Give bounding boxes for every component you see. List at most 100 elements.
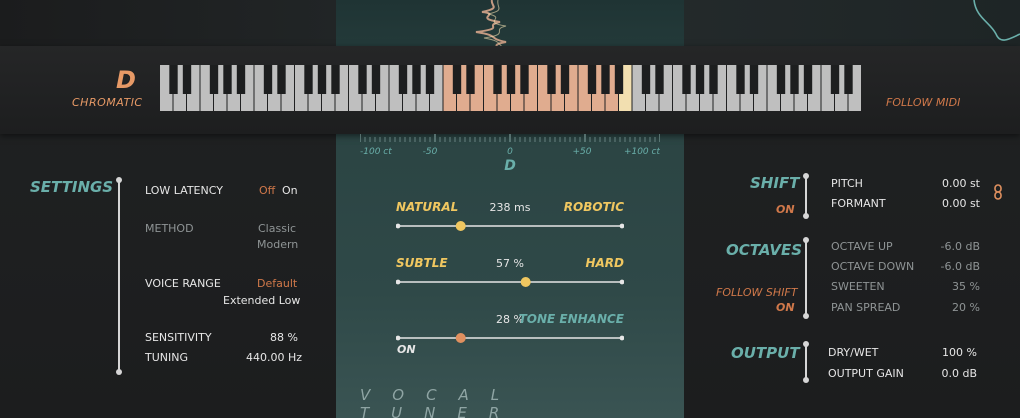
voice-range-extended-low[interactable]: Extended Low: [223, 294, 300, 307]
black-key[interactable]: [803, 65, 813, 94]
slider-endpoint: [619, 223, 624, 229]
slider-knob[interactable]: [455, 333, 466, 343]
meter-label-l50: -50: [423, 147, 438, 157]
slider-endpoint: [619, 279, 624, 285]
sweeten-value[interactable]: 35 %: [920, 280, 980, 293]
low-latency-label: LOW LATENCY: [145, 184, 223, 197]
dry-wet-label: DRY/WET: [828, 346, 879, 359]
scale-select[interactable]: CHROMATIC: [72, 96, 143, 109]
tuning-value[interactable]: 440.00 Hz: [246, 351, 302, 364]
corner-curve: [973, 0, 1020, 41]
black-key[interactable]: [304, 65, 313, 94]
black-key[interactable]: [412, 65, 421, 94]
slider-knob[interactable]: [455, 221, 466, 231]
method-modern[interactable]: Modern: [257, 238, 298, 251]
black-key[interactable]: [169, 65, 178, 94]
formant-label: FORMANT: [831, 197, 886, 210]
black-key[interactable]: [641, 65, 651, 94]
slider-knob[interactable]: [520, 277, 531, 287]
low-latency-on[interactable]: On: [282, 184, 298, 197]
tone-enhance-slider-row: 28 % TONE ENHANCE: [396, 312, 624, 362]
octaves-title: OCTAVES: [726, 241, 803, 259]
black-key[interactable]: [263, 65, 273, 94]
pan-spread-value[interactable]: 20 %: [920, 301, 980, 314]
black-key[interactable]: [776, 65, 786, 94]
method-label: METHOD: [145, 222, 194, 235]
black-key[interactable]: [209, 65, 219, 94]
meter-label-r50: +50: [573, 147, 592, 157]
black-key[interactable]: [709, 65, 718, 94]
pitch-label: PITCH: [831, 177, 863, 190]
sensitivity-label: SENSITIVITY: [145, 331, 212, 344]
meter-label-left: -100 ct: [360, 147, 392, 157]
sweeten-label: SWEETEN: [831, 280, 885, 293]
follow-shift-label: FOLLOW SHIFT: [716, 286, 798, 299]
black-key[interactable]: [277, 65, 286, 94]
settings-divider: [116, 177, 122, 375]
black-key[interactable]: [398, 65, 408, 94]
follow-shift-on-toggle[interactable]: ON: [776, 301, 795, 314]
meter-label-zero: 0: [507, 147, 513, 157]
black-key[interactable]: [182, 65, 192, 94]
black-key[interactable]: [223, 65, 232, 94]
speed-slider-row: NATURAL 238 ms ROBOTIC: [396, 200, 624, 250]
octave-down-label: OCTAVE DOWN: [831, 260, 915, 273]
octaves-divider: [803, 237, 809, 319]
method-classic[interactable]: Classic: [258, 222, 296, 235]
black-key[interactable]: [425, 65, 435, 94]
tone-enhance-slider[interactable]: [396, 333, 624, 343]
piano-keyboard[interactable]: [160, 65, 862, 111]
output-gain-value[interactable]: 0.0 dB: [917, 367, 977, 380]
low-latency-off[interactable]: Off: [259, 184, 275, 197]
shift-on-toggle[interactable]: ON: [776, 203, 795, 216]
strength-slider[interactable]: [396, 277, 624, 287]
black-key[interactable]: [520, 65, 529, 94]
output-title: OUTPUT: [731, 344, 800, 362]
octave-down-value[interactable]: -6.0 dB: [920, 260, 981, 273]
black-key[interactable]: [587, 65, 597, 94]
speed-slider[interactable]: [396, 221, 624, 231]
settings-title: SETTINGS: [30, 178, 114, 196]
black-key[interactable]: [506, 65, 516, 94]
shift-divider: [803, 173, 809, 219]
key-note[interactable]: D: [116, 66, 136, 94]
sensitivity-value[interactable]: 88 %: [270, 331, 298, 344]
black-key[interactable]: [331, 65, 340, 94]
tone-enhance-label: TONE ENHANCE: [518, 312, 624, 326]
black-key[interactable]: [749, 65, 759, 94]
black-key[interactable]: [466, 65, 475, 94]
black-key[interactable]: [614, 65, 624, 94]
shift-title: SHIFT: [750, 174, 800, 192]
black-key[interactable]: [560, 65, 570, 94]
voice-range-default[interactable]: Default: [257, 277, 297, 290]
black-key[interactable]: [682, 65, 691, 94]
octave-up-label: OCTAVE UP: [831, 240, 893, 253]
black-key[interactable]: [547, 65, 556, 94]
dry-wet-value[interactable]: 100 %: [917, 346, 977, 359]
black-key[interactable]: [736, 65, 745, 94]
black-key[interactable]: [830, 65, 840, 94]
brand-label: VOCAL TUNER: [360, 386, 522, 418]
follow-midi-toggle[interactable]: FOLLOW MIDI: [886, 96, 960, 109]
meter-label-right: +100 ct: [624, 147, 660, 157]
black-key[interactable]: [844, 65, 853, 94]
vocal-tuner-plugin: D CHROMATIC FOLLOW MIDI -100 ct -50 0 +5…: [0, 0, 1020, 418]
black-key[interactable]: [236, 65, 246, 94]
tone-enhance-on-toggle[interactable]: ON: [397, 343, 416, 356]
black-key[interactable]: [317, 65, 327, 94]
link-icon[interactable]: [992, 184, 1004, 200]
octave-up-value[interactable]: -6.0 dB: [920, 240, 981, 253]
slider-endpoint: [396, 223, 401, 229]
black-key[interactable]: [790, 65, 799, 94]
black-key[interactable]: [601, 65, 610, 94]
black-key[interactable]: [493, 65, 502, 94]
pitch-value[interactable]: 0.00 st: [920, 177, 980, 190]
black-key[interactable]: [695, 65, 705, 94]
hard-label: HARD: [585, 256, 624, 270]
black-key[interactable]: [358, 65, 367, 94]
black-key[interactable]: [655, 65, 664, 94]
slider-endpoint: [619, 335, 624, 341]
black-key[interactable]: [452, 65, 462, 94]
formant-value[interactable]: 0.00 st: [920, 197, 980, 210]
black-key[interactable]: [371, 65, 381, 94]
